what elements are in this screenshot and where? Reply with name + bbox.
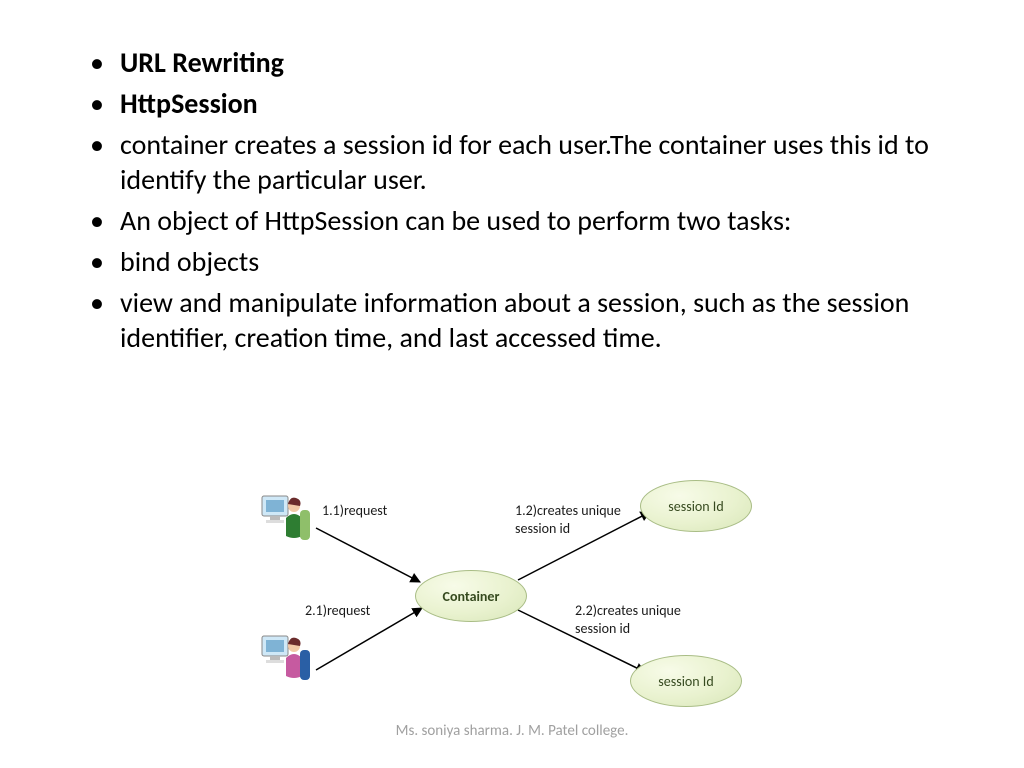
- session-id-bottom-node: session Id: [630, 655, 742, 707]
- slide-footer: Ms. soniya sharma. J. M. Patel college.: [0, 722, 1024, 740]
- bullet-item: An object of HttpSession can be used to …: [90, 203, 944, 238]
- session-id-bottom-label: session Id: [658, 673, 713, 690]
- label-create-two: 2.2)creates unique session id: [575, 602, 681, 637]
- label-create-two-line2: session id: [575, 620, 630, 637]
- bullet-item: view and manipulate information about a …: [90, 285, 944, 355]
- bullet-text: view and manipulate information about a …: [120, 285, 909, 355]
- container-label: Container: [443, 588, 500, 605]
- session-id-top-label: session Id: [668, 498, 723, 515]
- bullet-text: URL Rewriting: [120, 45, 284, 80]
- label-create-two-line1: 2.2)creates unique: [575, 602, 681, 619]
- label-request-two: 2.1)request: [305, 602, 370, 620]
- bullet-list: URL Rewriting HttpSession container crea…: [90, 45, 944, 361]
- bullet-text: An object of HttpSession can be used to …: [120, 203, 791, 238]
- user-one-icon: [260, 492, 316, 548]
- label-create-one-line2: session id: [515, 520, 570, 537]
- bullet-text: HttpSession: [120, 86, 258, 121]
- label-request-one: 1.1)request: [322, 502, 387, 520]
- user-two-icon: [260, 632, 316, 688]
- bullet-text: bind objects: [120, 244, 259, 279]
- label-create-one-line1: 1.2)creates unique: [515, 502, 621, 519]
- session-id-top-node: session Id: [640, 480, 752, 532]
- bullet-item: URL Rewriting: [90, 45, 944, 80]
- container-node: Container: [415, 570, 527, 622]
- bullet-text: container creates a session id for each …: [120, 127, 929, 197]
- slide: URL Rewriting HttpSession container crea…: [0, 0, 1024, 768]
- bullet-item: container creates a session id for each …: [90, 127, 944, 197]
- label-create-one: 1.2)creates unique session id: [515, 502, 621, 537]
- bullet-item: bind objects: [90, 244, 944, 279]
- bullet-item: HttpSession: [90, 86, 944, 121]
- session-diagram: Container session Id session Id 1.1)requ…: [260, 480, 770, 710]
